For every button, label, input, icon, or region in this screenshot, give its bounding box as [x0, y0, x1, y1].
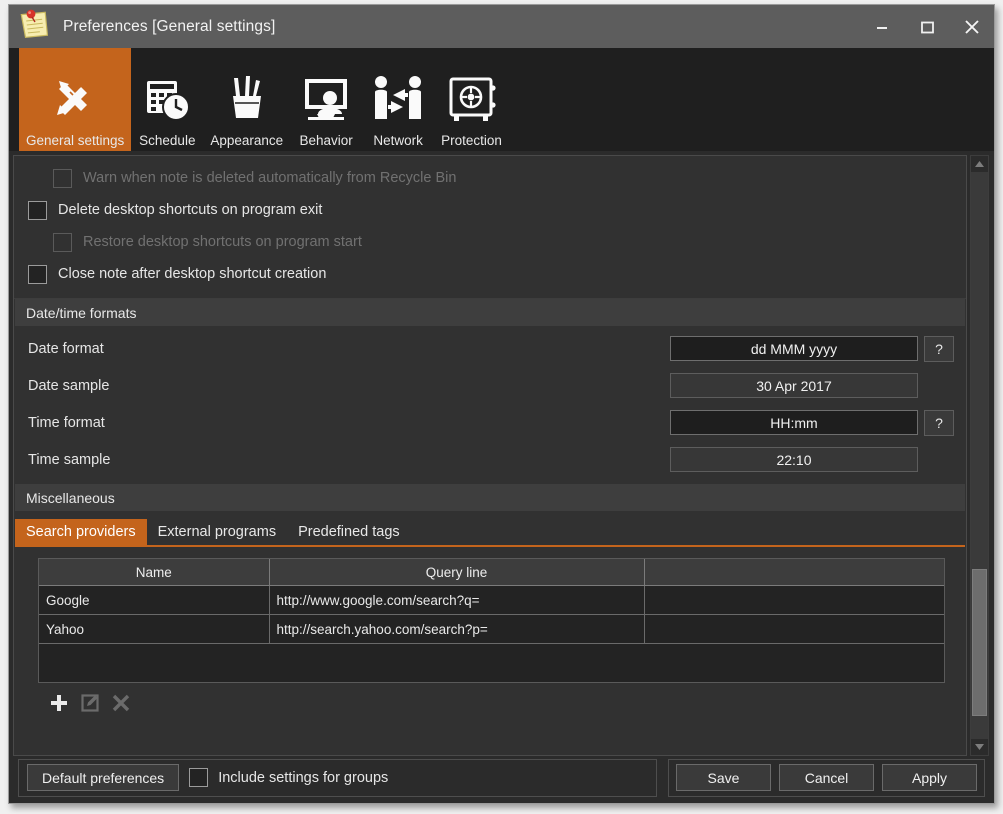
field-row-date-format: Date format dd MMM yyyy ?	[14, 330, 966, 367]
window-title: Preferences [General settings]	[63, 17, 276, 35]
cell-name: Yahoo	[39, 614, 270, 644]
table-row[interactable]: Yahoo http://search.yahoo.com/search?p=	[39, 614, 944, 644]
field-label: Time format	[28, 414, 105, 431]
toolbar-label: Behavior	[299, 133, 353, 148]
monitor-user-icon	[300, 68, 352, 130]
date-sample-value: 30 Apr 2017	[670, 373, 918, 398]
table-empty-area	[39, 644, 944, 683]
checkbox-delete-shortcuts-exit[interactable]	[28, 200, 47, 220]
time-format-input[interactable]: HH:mm	[670, 410, 918, 435]
safe-lock-icon	[446, 68, 498, 130]
table-header-row: Name Query line	[39, 559, 944, 586]
table-action-buttons	[14, 683, 966, 714]
field-row-time-sample: Time sample 22:10	[14, 441, 966, 478]
cancel-button[interactable]: Cancel	[779, 764, 874, 791]
toolbar-item-schedule[interactable]: Schedule	[131, 48, 203, 151]
toolbar-item-network[interactable]: Network	[362, 48, 434, 151]
bottom-left-group: Default preferences Include settings for…	[18, 758, 657, 797]
toolbar-item-appearance[interactable]: Appearance	[203, 48, 290, 151]
toolbar-label: Protection	[441, 133, 502, 148]
field-row-time-format: Time format HH:mm ?	[14, 404, 966, 441]
column-header-query-line[interactable]: Query line	[269, 559, 645, 586]
apply-button[interactable]: Apply	[882, 764, 977, 791]
chevron-down-icon[interactable]	[971, 739, 988, 755]
toolbar-label: Appearance	[210, 133, 284, 148]
toolbar-label: General settings	[26, 133, 125, 148]
vertical-scrollbar[interactable]	[970, 155, 989, 756]
title-bar: Preferences [General settings]	[9, 5, 994, 48]
field-label: Date format	[28, 340, 104, 357]
toolbar-item-behavior[interactable]: Behavior	[290, 48, 362, 151]
default-preferences-button[interactable]: Default preferences	[27, 764, 180, 791]
content-area: Warn when note is deleted automatically …	[9, 151, 994, 756]
checkbox-warn-recycle-bin	[53, 168, 72, 188]
bottom-bar: Default preferences Include settings for…	[9, 756, 994, 803]
tab-predefined-tags[interactable]: Predefined tags	[287, 519, 411, 545]
field-label: Time sample	[28, 451, 111, 468]
column-header-empty[interactable]	[644, 559, 944, 586]
cell-name: Google	[39, 585, 270, 615]
checkbox-label: Warn when note is deleted automatically …	[83, 170, 457, 186]
checkbox-row-restore-shortcuts-start[interactable]: Restore desktop shortcuts on program sta…	[14, 226, 966, 258]
scrollbar-track[interactable]	[971, 172, 988, 739]
bottom-right-group: Save Cancel Apply	[668, 758, 985, 797]
calendar-clock-icon	[141, 68, 193, 130]
toolbar-label: Schedule	[139, 133, 196, 148]
checkbox-row-close-note-after-shortcut[interactable]: Close note after desktop shortcut creati…	[14, 258, 966, 290]
maximize-icon[interactable]	[904, 5, 949, 48]
field-row-date-sample: Date sample 30 Apr 2017	[14, 367, 966, 404]
table-row[interactable]: Google http://www.google.com/search?q=	[39, 585, 944, 615]
toolbar: General settings Schedule Appearance Beh…	[9, 48, 994, 151]
checkbox-label: Delete desktop shortcuts on program exit	[58, 202, 323, 218]
shortcut-options-group: Warn when note is deleted automatically …	[14, 156, 966, 299]
search-providers-table: Name Query line Google http://www.google…	[38, 558, 945, 683]
checkbox-row-delete-shortcuts-exit[interactable]: Delete desktop shortcuts on program exit	[14, 194, 966, 226]
field-label: Date sample	[28, 377, 110, 394]
toolbar-item-protection[interactable]: Protection	[434, 48, 509, 151]
preferences-window: Preferences [General settings] General s…	[8, 4, 995, 804]
chevron-up-icon[interactable]	[971, 156, 988, 172]
scrollbar-thumb[interactable]	[972, 568, 987, 717]
cell-extra	[644, 614, 944, 644]
date-format-input[interactable]: dd MMM yyyy	[670, 336, 918, 361]
datetime-fields: Date format dd MMM yyyy ? Date sample 30…	[14, 326, 966, 484]
plus-icon[interactable]	[48, 692, 70, 714]
time-sample-value: 22:10	[670, 447, 918, 472]
users-exchange-icon	[372, 68, 424, 130]
cell-extra	[644, 585, 944, 615]
section-header-datetime: Date/time formats	[15, 299, 965, 326]
misc-tabs: Search providers External programs Prede…	[15, 517, 965, 547]
window-controls	[859, 5, 994, 48]
checkbox-include-settings-for-groups[interactable]	[189, 768, 209, 787]
section-header-miscellaneous: Miscellaneous	[15, 484, 965, 511]
sticky-note-icon	[15, 7, 53, 43]
column-header-name[interactable]: Name	[39, 559, 270, 586]
ruler-pencil-icon	[47, 68, 103, 130]
checkbox-row-warn-recycle-bin[interactable]: Warn when note is deleted automatically …	[14, 162, 966, 194]
date-format-help-button[interactable]: ?	[924, 335, 954, 362]
minimize-icon[interactable]	[859, 5, 904, 48]
tab-external-programs[interactable]: External programs	[147, 519, 287, 545]
toolbar-label: Network	[373, 133, 423, 148]
pencil-cup-icon	[222, 68, 272, 130]
checkbox-label: Restore desktop shortcuts on program sta…	[83, 234, 362, 250]
settings-panel: Warn when note is deleted automatically …	[13, 155, 967, 756]
time-format-help-button[interactable]: ?	[924, 409, 954, 436]
toolbar-item-general-settings[interactable]: General settings	[19, 48, 132, 151]
tab-search-providers[interactable]: Search providers	[15, 519, 147, 545]
delete-icon	[110, 692, 132, 714]
cell-query-line: http://search.yahoo.com/search?p=	[269, 614, 645, 644]
checkbox-close-note-after-shortcut[interactable]	[28, 264, 47, 284]
close-icon[interactable]	[949, 5, 994, 48]
include-groups-label: Include settings for groups	[218, 769, 389, 786]
edit-icon	[79, 692, 101, 714]
checkbox-restore-shortcuts-start	[53, 232, 72, 252]
save-button[interactable]: Save	[676, 764, 771, 791]
checkbox-label: Close note after desktop shortcut creati…	[58, 266, 327, 282]
cell-query-line: http://www.google.com/search?q=	[269, 585, 645, 615]
